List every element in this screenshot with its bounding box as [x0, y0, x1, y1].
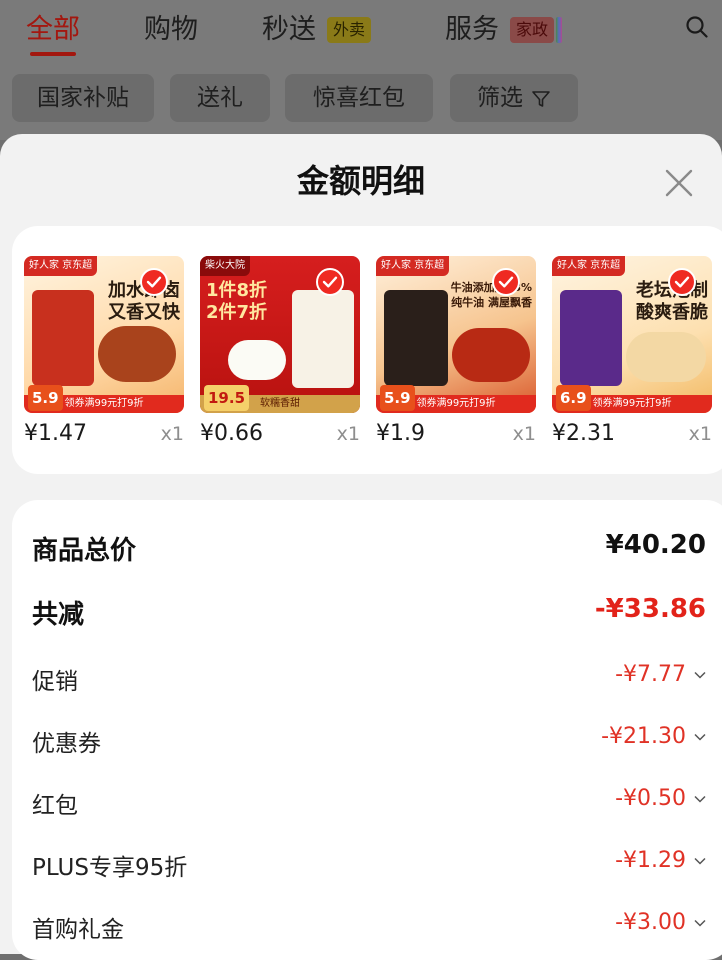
price-row: ¥0.66 x1 — [200, 419, 362, 449]
rice-bowl-art — [228, 340, 286, 380]
rice-bag-art — [292, 290, 354, 388]
product-quantity: x1 — [512, 423, 536, 445]
sheet-title: 金额明细 — [296, 162, 425, 200]
top-tabs: 全部 购物 秒送 外卖 服务 家政 — [0, 0, 722, 64]
product-price: ¥1.47 — [24, 421, 87, 446]
coupon-value: -¥21.30 — [601, 724, 706, 749]
first-purchase-gift-row[interactable]: 首购礼金 -¥3.00 — [32, 910, 706, 943]
chevron-down-icon — [694, 795, 706, 803]
active-tab-indicator — [30, 52, 76, 56]
amount-breakdown: 商品总价 ¥40.20 共减 -¥33.86 促销 -¥7.77 优惠券 -¥2… — [12, 500, 722, 960]
product-price: ¥1.9 — [376, 421, 425, 446]
promotion-value: -¥7.77 — [615, 662, 706, 687]
housekeeping-badge: 家政 — [510, 17, 563, 43]
filter-national-subsidy[interactable]: 国家补贴 — [12, 74, 154, 122]
chevron-down-icon — [694, 671, 706, 679]
filter-surprise-red-packet[interactable]: 惊喜红包 — [285, 74, 433, 122]
plus-discount-label: PLUS专享95折 — [32, 855, 188, 881]
red-packet-value: -¥0.50 — [615, 786, 706, 811]
product-item[interactable]: 好人家 京东超 加水即卤 又香又快 领券满99元打9折 5.9 ¥1.47 x1 — [24, 256, 186, 449]
first-purchase-gift-value: -¥3.00 — [615, 910, 706, 935]
coupon-label: 优惠券 — [32, 731, 101, 757]
product-price: ¥0.66 — [200, 421, 263, 446]
chevron-down-icon — [694, 733, 706, 741]
promotion-label: 促销 — [32, 669, 78, 695]
tab-instant-delivery[interactable]: 秒送 — [262, 10, 316, 50]
red-packet-row[interactable]: 红包 -¥0.50 — [32, 786, 706, 819]
brand-tag: 好人家 京东超 — [376, 256, 450, 276]
price-row: ¥2.31 x1 — [552, 419, 714, 449]
price-badge: 6.9 — [556, 385, 591, 411]
package-art — [32, 290, 94, 386]
close-icon[interactable] — [662, 166, 696, 200]
hotpot-art — [452, 328, 530, 382]
background-page-header: 全部 购物 秒送 外卖 服务 家政 国家补贴 送礼 惊喜红包 筛选 — [0, 0, 722, 140]
funnel-icon — [532, 90, 550, 107]
total-reduction-label: 共减 — [32, 600, 85, 630]
brand-tag: 好人家 京东超 — [24, 256, 98, 276]
total-reduction-row: 共减 -¥33.86 — [32, 594, 706, 630]
brand-tag: 柴火大院 — [200, 256, 250, 276]
total-reduction-value: -¥33.86 — [594, 594, 706, 624]
price-badge: 5.9 — [28, 385, 63, 411]
tab-all[interactable]: 全部 — [26, 10, 80, 50]
plus-discount-value: -¥1.29 — [615, 848, 706, 873]
tab-shopping[interactable]: 购物 — [144, 10, 198, 50]
product-list: 好人家 京东超 加水即卤 又香又快 领券满99元打9折 5.9 ¥1.47 x1… — [12, 226, 722, 474]
product-image: 好人家 京东超 牛油添加量48% 纯牛油 满屋飘香 领券满99元打9折 5.9 — [376, 256, 536, 413]
check-icon[interactable] — [492, 268, 520, 296]
price-row: ¥1.9 x1 — [376, 419, 538, 449]
product-price: ¥2.31 — [552, 421, 615, 446]
amount-details-sheet: 金额明细 好人家 京东超 加水即卤 又香又快 领券满99元打9折 5.9 ¥1.… — [0, 134, 722, 960]
product-quantity: x1 — [688, 423, 712, 445]
total-price-row: 商品总价 ¥40.20 — [32, 530, 706, 566]
red-packet-label: 红包 — [32, 793, 78, 819]
brand-tag: 好人家 京东超 — [552, 256, 626, 276]
price-badge: 19.5 — [204, 385, 250, 411]
total-price-value: ¥40.20 — [605, 530, 706, 560]
filter-bar: 国家补贴 送礼 惊喜红包 筛选 — [0, 74, 722, 122]
price-badge: 5.9 — [380, 385, 415, 411]
first-purchase-gift-label: 首购礼金 — [32, 917, 124, 943]
tab-services[interactable]: 服务 — [445, 10, 499, 50]
total-price-label: 商品总价 — [32, 536, 137, 566]
filter-gift[interactable]: 送礼 — [170, 74, 270, 122]
coupon-row[interactable]: 优惠券 -¥21.30 — [32, 724, 706, 757]
takeout-badge: 外卖 — [327, 17, 372, 43]
dish-art — [98, 326, 176, 382]
plus-discount-row[interactable]: PLUS专享95折 -¥1.29 — [32, 848, 706, 881]
product-headline: 1件8折 2件7折 — [206, 280, 268, 323]
dish-art — [626, 332, 706, 382]
product-image: 好人家 京东超 老坛泡制 酸爽香脆 领券满99元打9折 6.9 — [552, 256, 712, 413]
package-art — [560, 290, 622, 386]
search-icon[interactable] — [686, 16, 708, 38]
product-quantity: x1 — [160, 423, 184, 445]
package-art — [384, 290, 448, 386]
product-image: 柴火大院 1件8折 2件7折 软糯香甜 19.5 — [200, 256, 360, 413]
filter-button[interactable]: 筛选 — [450, 74, 578, 122]
price-row: ¥1.47 x1 — [24, 419, 186, 449]
chevron-down-icon — [694, 857, 706, 865]
check-icon[interactable] — [316, 268, 344, 296]
product-item[interactable]: 好人家 京东超 老坛泡制 酸爽香脆 领券满99元打9折 6.9 ¥2.31 x1 — [552, 256, 714, 449]
product-image: 好人家 京东超 加水即卤 又香又快 领券满99元打9折 5.9 — [24, 256, 184, 413]
product-item[interactable]: 好人家 京东超 牛油添加量48% 纯牛油 满屋飘香 领券满99元打9折 5.9 … — [376, 256, 538, 449]
product-item[interactable]: 柴火大院 1件8折 2件7折 软糯香甜 19.5 ¥0.66 x1 — [200, 256, 362, 449]
check-icon[interactable] — [668, 268, 696, 296]
promotion-row[interactable]: 促销 -¥7.77 — [32, 662, 706, 695]
chevron-down-icon — [694, 919, 706, 927]
filter-label: 筛选 — [477, 85, 523, 111]
check-icon[interactable] — [140, 268, 168, 296]
product-quantity: x1 — [336, 423, 360, 445]
